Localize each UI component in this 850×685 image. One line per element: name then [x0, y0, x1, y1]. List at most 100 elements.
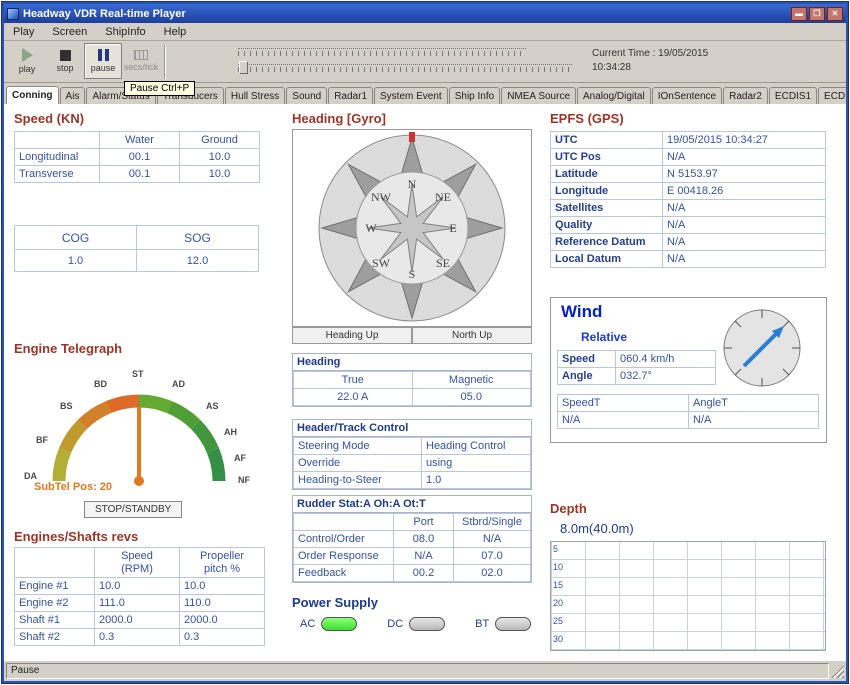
secs-tick-icon — [134, 50, 148, 60]
app-window: Headway VDR Real-time Player ▬ ❐ ✕ Play … — [1, 1, 849, 684]
heading-section: Heading True Magnetic 22.0 A 05.0 — [292, 353, 532, 407]
tab-ship-info[interactable]: Ship Info — [449, 87, 500, 104]
timeline-thumb[interactable] — [239, 61, 248, 74]
svg-text:SW: SW — [372, 256, 391, 270]
table-row: 1.0 12.0 — [15, 250, 259, 272]
wind-compass — [720, 306, 804, 390]
table-row: Angle 032.7° — [558, 368, 716, 385]
pause-icon — [98, 49, 109, 61]
table-row: N/A N/A — [558, 412, 819, 429]
menu-help[interactable]: Help — [155, 24, 196, 40]
tab-radar2[interactable]: Radar2 — [723, 87, 768, 104]
stop-standby-button[interactable]: STOP/STANDBY — [84, 501, 182, 518]
tab-ecdis1[interactable]: ECDIS1 — [769, 87, 817, 104]
menu-screen[interactable]: Screen — [43, 24, 96, 40]
compass-rose: N NE E SE S SW W NW — [293, 130, 531, 326]
toolbar-separator — [164, 45, 166, 79]
window-title: Headway VDR Real-time Player — [23, 8, 791, 20]
track-control-section: Header/Track Control Steering Mode Headi… — [292, 419, 532, 490]
close-button[interactable]: ✕ — [827, 7, 843, 21]
depth-panel-title: Depth — [550, 501, 587, 516]
current-time: 10:34:28 — [592, 61, 708, 75]
current-date: 19/05/2015 — [658, 48, 708, 59]
minimize-button[interactable]: ▬ — [791, 7, 807, 21]
tab-radar1[interactable]: Radar1 — [328, 87, 373, 104]
tab-analog-digital[interactable]: Analog/Digital — [577, 87, 651, 104]
table-row: Speed 060.4 km/h — [558, 351, 716, 368]
table-row: 22.0 A 05.0 — [294, 389, 531, 406]
gyro-mode-buttons: Heading Up North Up — [292, 327, 532, 344]
titlebar[interactable]: Headway VDR Real-time Player ▬ ❐ ✕ — [4, 4, 846, 23]
track-control-title: Header/Track Control — [293, 420, 531, 437]
play-icon — [22, 48, 33, 62]
lubber-mark — [409, 132, 415, 142]
depth-chart: 5 10 15 20 25 30 — [550, 541, 826, 651]
rudder-section: Rudder Stat:A Oh:A Ot:T Port Stbrd/Singl… — [292, 495, 532, 583]
tab-ais[interactable]: Ais — [60, 87, 86, 104]
telegraph-panel-title: Engine Telegraph — [14, 341, 122, 356]
engine-telegraph-gauge: DA BF BS BD ST AD AS AH AF NF — [14, 361, 266, 501]
tab-hull-stress[interactable]: Hull Stress — [225, 87, 285, 104]
engines-table: Speed (RPM) Propeller pitch % Engine #1 … — [14, 547, 265, 646]
tab-ionsentence[interactable]: IOnSentence — [652, 87, 722, 104]
power-item-dc: DC — [387, 617, 445, 631]
speed-table: Water Ground Longitudinal 00.1 10.0 Tran… — [14, 131, 260, 183]
svg-text:SE: SE — [436, 256, 450, 270]
statusbar: Pause — [4, 661, 846, 681]
table-row: Engine #2 111.0 110.0 — [15, 595, 265, 612]
table-row: Steering Mode Heading Control — [294, 438, 531, 455]
table-row: Engine #1 10.0 10.0 — [15, 578, 265, 595]
resize-grip[interactable] — [831, 665, 844, 678]
power-item-bt: BT — [475, 617, 531, 631]
status-text: Pause — [6, 663, 829, 679]
menu-play[interactable]: Play — [4, 24, 43, 40]
table-row: Reference DatumN/A — [551, 234, 826, 251]
svg-text:NW: NW — [371, 190, 392, 204]
wind-reference: Relative — [581, 330, 627, 344]
menubar: Play Screen ShipInfo Help — [4, 23, 846, 41]
pause-tooltip: Pause Ctrl+P — [124, 81, 195, 96]
stop-button[interactable]: stop — [46, 43, 84, 79]
maximize-button[interactable]: ❐ — [809, 7, 825, 21]
speed-panel-title: Speed (KN) — [14, 111, 84, 126]
svg-text:E: E — [449, 221, 456, 235]
tab-system-event[interactable]: System Event — [374, 87, 448, 104]
current-time-display: Current Time : 19/05/2015 10:34:28 — [592, 47, 708, 75]
stop-icon — [60, 50, 71, 61]
heading-up-button[interactable]: Heading Up — [292, 327, 412, 344]
tab-ecdis2[interactable]: ECDIS2 — [818, 87, 846, 104]
dc-indicator — [409, 617, 445, 631]
svg-text:W: W — [365, 221, 377, 235]
table-row: Control/Order 08.0 N/A — [294, 531, 531, 548]
secs-tick-button[interactable]: secs/tick — [122, 43, 160, 79]
wind-table: Speed 060.4 km/h Angle 032.7° — [557, 350, 716, 385]
north-up-button[interactable]: North Up — [412, 327, 532, 344]
table-row: Longitudinal 00.1 10.0 — [15, 149, 260, 166]
timeline-ruler-top[interactable] — [238, 48, 526, 57]
engines-panel-title: Engines/Shafts revs — [14, 529, 138, 544]
pause-button[interactable]: pause — [84, 43, 122, 79]
wind-title: Wind — [561, 302, 602, 322]
table-row: Override using — [294, 455, 531, 472]
timeline-ruler-bottom[interactable] — [238, 64, 572, 73]
depth-value: 8.0m(40.0m) — [560, 521, 634, 536]
tab-nmea-source[interactable]: NMEA Source — [501, 87, 576, 104]
wind-true-table: SpeedT AngleT N/A N/A — [557, 394, 819, 429]
epfs-table: UTC19/05/2015 10:34:27 UTC PosN/A Latitu… — [550, 131, 826, 268]
table-row: Shaft #2 0.3 0.3 — [15, 629, 265, 646]
play-button[interactable]: play — [8, 43, 46, 79]
svg-text:N: N — [408, 177, 417, 191]
tab-sound[interactable]: Sound — [286, 87, 327, 104]
tab-conning[interactable]: Conning — [6, 86, 59, 104]
table-row: Heading-to-Steer 1.0 — [294, 472, 531, 489]
heading-table: True Magnetic 22.0 A 05.0 — [293, 371, 531, 406]
rudder-section-title: Rudder Stat:A Oh:A Ot:T — [293, 496, 531, 513]
conning-page: Speed (KN) Water Ground Longitudinal 00.… — [4, 104, 846, 661]
table-row: UTC PosN/A — [551, 149, 826, 166]
menu-shipinfo[interactable]: ShipInfo — [96, 24, 154, 40]
bt-indicator — [495, 617, 531, 631]
table-row: UTC19/05/2015 10:34:27 — [551, 132, 826, 149]
table-row: LongitudeE 00418.26 — [551, 183, 826, 200]
power-supply-title: Power Supply — [292, 595, 378, 610]
epfs-panel-title: EPFS (GPS) — [550, 111, 624, 126]
